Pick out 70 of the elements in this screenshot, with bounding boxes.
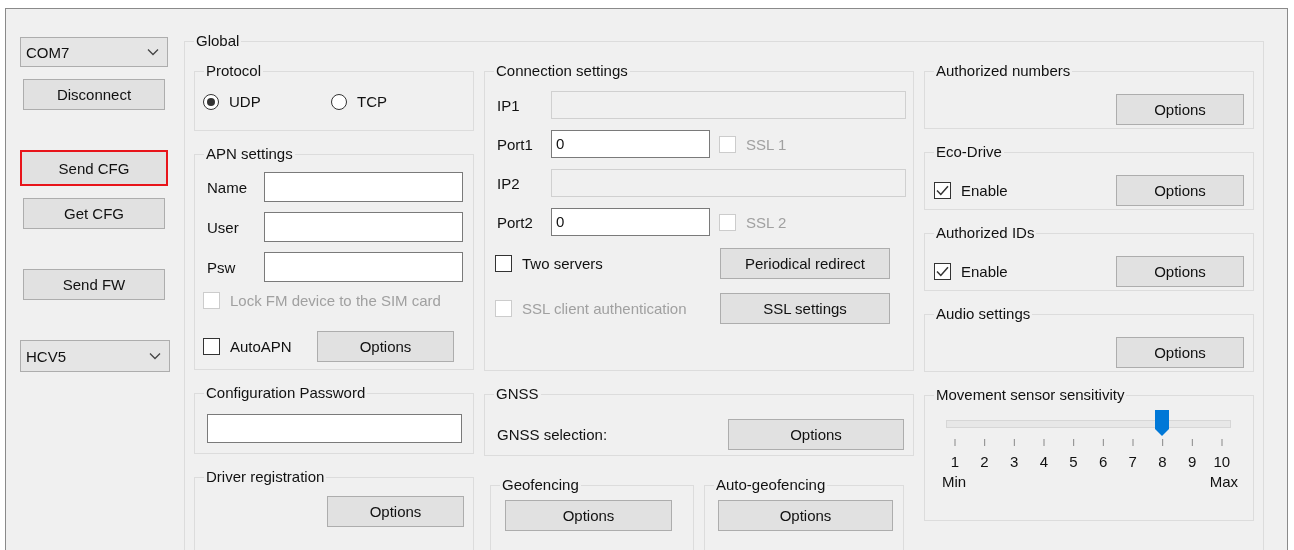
options-button[interactable]: Options xyxy=(505,500,672,531)
checkbox[interactable] xyxy=(495,255,512,272)
field-label: Name xyxy=(207,178,248,196)
group-title: Movement sensor sensitivity xyxy=(934,386,1127,404)
options-button[interactable]: Options xyxy=(1116,174,1244,206)
tick-label: 5 xyxy=(1068,452,1079,472)
checkbox[interactable] xyxy=(203,338,220,355)
tick-label: 6 xyxy=(1097,452,1109,472)
slider-thumb[interactable] xyxy=(1155,410,1170,436)
checkbox-label: AutoAPN xyxy=(230,338,292,355)
checkbox-label: Two servers xyxy=(522,255,603,272)
tick-label: 2 xyxy=(979,452,990,472)
chevron-down-icon xyxy=(149,352,161,360)
tick-label: 10 xyxy=(1212,452,1232,472)
tick-label: 3 xyxy=(1008,452,1020,472)
options-button[interactable]: Options xyxy=(718,500,893,531)
side-button[interactable]: Send CFG xyxy=(20,150,168,186)
radio-button[interactable] xyxy=(331,93,347,110)
side-button[interactable]: Disconnect xyxy=(23,79,165,110)
tick-label: 1 xyxy=(949,452,960,472)
ssl-settings-button[interactable]: SSL settings xyxy=(720,293,890,324)
checkbox-label: SSL client authentication xyxy=(522,300,687,317)
field-label: Port2 xyxy=(497,213,534,231)
options-button[interactable]: Options xyxy=(728,419,904,450)
options-button[interactable]: Options xyxy=(1116,255,1244,287)
port-field[interactable]: 0 xyxy=(551,130,710,158)
options-button[interactable]: Options xyxy=(1116,93,1244,125)
checkbox-label: Enable xyxy=(961,181,1008,199)
password-field[interactable] xyxy=(207,414,462,443)
group-title: Connection settings xyxy=(494,62,630,80)
field-label: IP1 xyxy=(497,96,521,114)
tick-label: 9 xyxy=(1186,452,1198,472)
text-field[interactable] xyxy=(264,212,463,242)
tick-label: 4 xyxy=(1038,452,1049,472)
dropdown[interactable]: COM7 xyxy=(20,37,168,67)
checkbox-label: Enable xyxy=(961,262,1008,280)
radio-label: UDP xyxy=(229,93,261,110)
options-button[interactable]: Options xyxy=(317,331,454,362)
radio-button[interactable] xyxy=(203,93,219,110)
group-title: Auto-geofencing xyxy=(714,476,828,494)
field-label: Port1 xyxy=(497,135,534,153)
group-title: Geofencing xyxy=(500,476,581,494)
group-title: Driver registration xyxy=(204,468,327,486)
side-button[interactable]: Send FW xyxy=(23,269,165,300)
radio-label: TCP xyxy=(357,93,387,110)
checkbox-label: SSL 2 xyxy=(746,213,787,231)
scale-label: Max xyxy=(1209,472,1238,492)
field-label: IP2 xyxy=(497,174,521,192)
port-field[interactable]: 0 xyxy=(551,208,710,236)
options-button[interactable]: Options xyxy=(327,496,464,527)
tick-label: 8 xyxy=(1157,452,1168,472)
gnss-label: GNSS selection: xyxy=(497,426,608,443)
field-label: Psw xyxy=(207,258,237,276)
field-label: User xyxy=(207,218,240,236)
redirect-button[interactable]: Periodical redirect xyxy=(720,248,890,279)
tick-label: 7 xyxy=(1127,452,1138,472)
checkbox[interactable] xyxy=(934,181,951,199)
group-title: APN settings xyxy=(204,145,295,163)
text-field[interactable] xyxy=(264,172,463,202)
scale-label: Min xyxy=(942,472,967,492)
chevron-down-icon xyxy=(147,48,159,56)
checkbox-label: Lock FM device to the SIM card xyxy=(230,292,441,309)
text-field[interactable] xyxy=(264,252,463,282)
side-button[interactable]: Get CFG xyxy=(23,198,165,229)
group-title: Audio settings xyxy=(934,305,1033,323)
checkbox[interactable] xyxy=(934,262,951,280)
group-title: Configuration Password xyxy=(204,384,368,402)
dropdown[interactable]: HCV5 xyxy=(20,340,170,372)
checkbox-label: SSL 1 xyxy=(746,135,787,153)
options-button[interactable]: Options xyxy=(1116,336,1244,368)
